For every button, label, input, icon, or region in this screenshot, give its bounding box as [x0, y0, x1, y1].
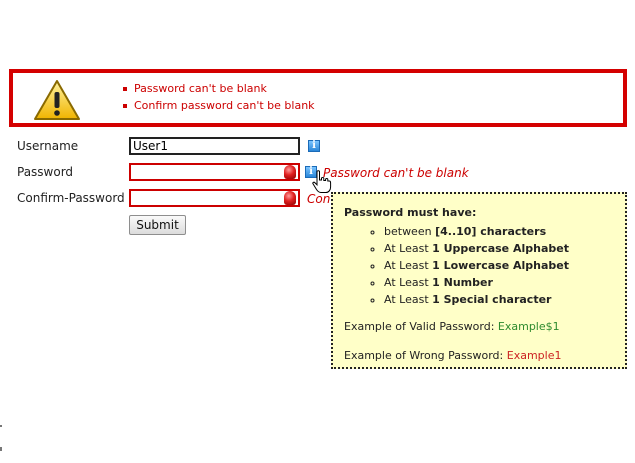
rule-value: 1 Number [432, 276, 493, 289]
hand-cursor-icon [312, 170, 332, 193]
error-item: Confirm password can't be blank [121, 97, 315, 114]
username-label: Username [17, 139, 79, 153]
rule-value: 1 Lowercase Alphabet [432, 259, 570, 272]
rule-item: At Least 1 Lowercase Alphabet [384, 257, 625, 274]
wrong-example-value: Example1 [506, 349, 562, 362]
rule-item: At Least 1 Special character [384, 291, 625, 308]
wrong-example: Example of Wrong Password: Example1 [344, 349, 625, 362]
password-rules-tooltip: Password must have: between [4..10] char… [331, 192, 627, 369]
tooltip-title: Password must have: [344, 206, 477, 219]
password-label: Password [17, 165, 74, 179]
confirm-password-error-text: Con [307, 192, 331, 206]
password-rules-list: between [4..10] characters At Least 1 Up… [344, 223, 625, 308]
rule-prefix: At Least [384, 293, 433, 306]
error-summary-box: Password can't be blank Confirm password… [9, 69, 627, 127]
password-error-icon [284, 165, 296, 179]
wrong-example-label: Example of Wrong Password: [344, 349, 507, 362]
warning-icon [34, 80, 80, 120]
valid-example: Example of Valid Password: Example$1 [344, 320, 625, 333]
password-input[interactable] [129, 163, 300, 181]
rule-item: between [4..10] characters [384, 223, 625, 240]
submit-button[interactable]: Submit [129, 215, 186, 235]
username-input[interactable] [129, 137, 300, 155]
rule-value: 1 Uppercase Alphabet [432, 242, 569, 255]
rule-item: At Least 1 Uppercase Alphabet [384, 240, 625, 257]
rule-prefix: between [384, 225, 436, 238]
confirm-password-label: Confirm-Password [17, 191, 125, 205]
username-info-icon[interactable]: i [308, 140, 320, 152]
rule-prefix: At Least [384, 276, 433, 289]
valid-example-label: Example of Valid Password: [344, 320, 498, 333]
valid-example-value: Example$1 [497, 320, 560, 333]
password-error-text: Password can't be blank [323, 166, 469, 180]
rule-item: At Least 1 Number [384, 274, 625, 291]
confirm-password-error-icon [284, 191, 296, 205]
error-list: Password can't be blank Confirm password… [121, 80, 315, 114]
rule-value: [4..10] characters [435, 225, 547, 238]
error-item: Password can't be blank [121, 80, 315, 97]
edge-mark [0, 447, 2, 451]
rule-prefix: At Least [384, 259, 433, 272]
confirm-password-input[interactable] [129, 189, 300, 207]
rule-value: 1 Special character [432, 293, 552, 306]
edge-mark [0, 425, 2, 427]
rule-prefix: At Least [384, 242, 433, 255]
